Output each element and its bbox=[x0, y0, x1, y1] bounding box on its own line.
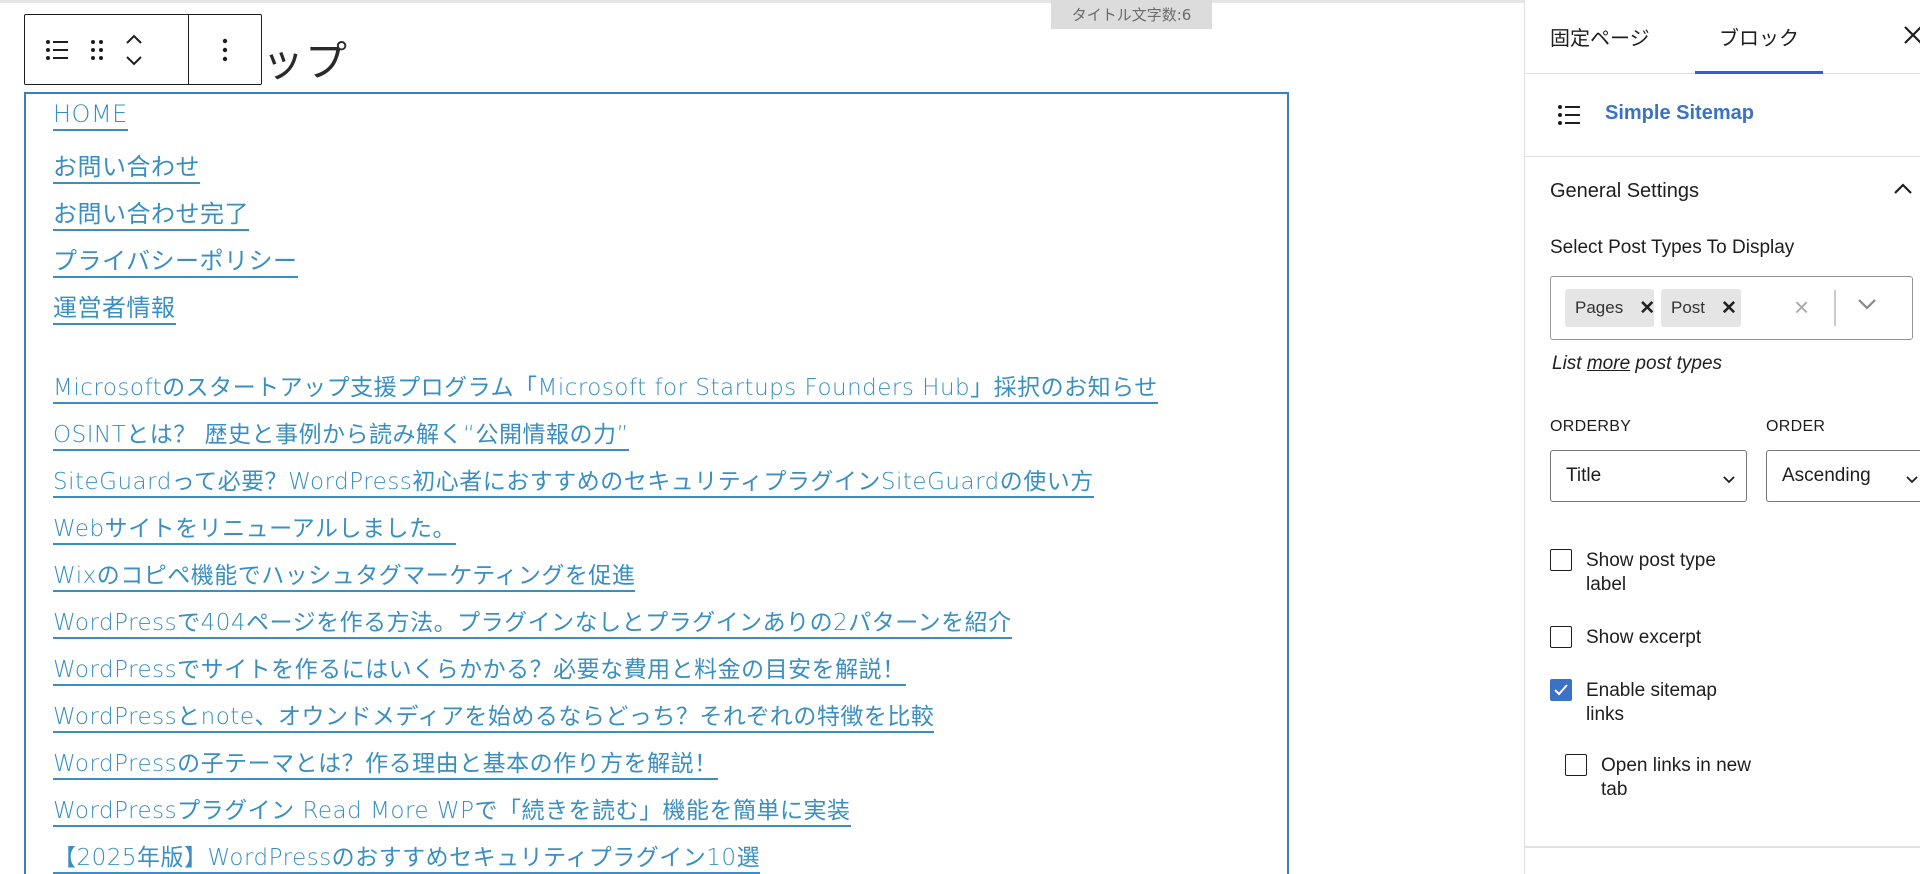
list-item: Webサイトをリニューアルしました。 bbox=[53, 509, 1158, 556]
list-item: WordPressとnote、オウンドメディアを始めるならどっち？それぞれの特徴… bbox=[53, 697, 1158, 744]
sitemap-link[interactable]: WordPressで404ページを作る方法。プラグインなしとプラグインありの2パ… bbox=[53, 610, 1012, 639]
sitemap-link[interactable]: WordPressでサイトを作るにはいくらかかる？必要な費用と料金の目安を解説！ bbox=[53, 657, 906, 686]
settings-sidebar: 固定ページ ブロック Simple Sitemap General Settin… bbox=[1524, 0, 1920, 874]
checkbox[interactable] bbox=[1565, 754, 1587, 776]
remove-icon[interactable]: ✕ bbox=[1721, 297, 1737, 320]
checkbox-label: Show post type label bbox=[1586, 550, 1716, 595]
order-value: Ascending bbox=[1782, 465, 1871, 486]
sidebar-tabs: 固定ページ ブロック bbox=[1525, 0, 1920, 74]
sitemap-link[interactable]: SiteGuardって必要？WordPress初心者におすすめのセキュリティプラ… bbox=[53, 469, 1094, 498]
list-item: WordPressで404ページを作る方法。プラグインなしとプラグインありの2パ… bbox=[53, 603, 1158, 650]
sitemap-link[interactable]: Webサイトをリニューアルしました。 bbox=[53, 516, 456, 545]
list-item: OSINTとは？ 歴史と事例から読み解く“公開情報の力” bbox=[53, 415, 1158, 462]
block-card: Simple Sitemap bbox=[1525, 74, 1920, 157]
list-item: お問い合わせ完了 bbox=[53, 194, 1158, 241]
list-item: WordPressプラグイン Read More WPで「続きを読む」機能を簡単… bbox=[53, 791, 1158, 838]
checkbox-show-excerpt: Show excerpt bbox=[1550, 626, 1746, 650]
list-more-suffix: post types bbox=[1630, 353, 1723, 374]
chip-label: Post bbox=[1671, 298, 1706, 317]
list-item: HOME bbox=[53, 100, 1158, 147]
sitemap-link[interactable]: WordPressプラグイン Read More WPで「続きを読む」機能を簡単… bbox=[53, 798, 851, 827]
remove-icon[interactable]: ✕ bbox=[1639, 297, 1655, 320]
list-item: プライバシーポリシー bbox=[53, 241, 1158, 288]
checkbox-label: Open links in new tab bbox=[1601, 755, 1751, 800]
checkmark-icon bbox=[1554, 684, 1568, 696]
checkbox-label: Enable sitemap links bbox=[1586, 680, 1717, 725]
checkbox[interactable] bbox=[1550, 626, 1572, 648]
sitemap-link[interactable]: 運営者情報 bbox=[53, 294, 176, 325]
sitemap-link[interactable]: Microsoftのスタートアップ支援プログラム「Microsoft for S… bbox=[53, 375, 1158, 404]
chip-label: Pages bbox=[1575, 298, 1624, 317]
checkbox-show-post-type-label: Show post type label bbox=[1550, 549, 1746, 597]
chevron-up-icon[interactable] bbox=[125, 34, 143, 45]
chip-pages: Pages ✕ bbox=[1565, 289, 1655, 327]
sitemap-link[interactable]: WordPressとnote、オウンドメディアを始めるならどっち？それぞれの特徴… bbox=[53, 704, 935, 733]
list-item: WordPressでサイトを作るにはいくらかかる？必要な費用と料金の目安を解説！ bbox=[53, 650, 1158, 697]
list-item: 運営者情報 bbox=[53, 288, 1158, 335]
sitemap-link[interactable]: プライバシーポリシー bbox=[53, 247, 298, 278]
sitemap-link[interactable]: お問い合わせ bbox=[53, 153, 200, 184]
block-toolbar bbox=[24, 14, 262, 85]
page-title[interactable]: ップ bbox=[262, 28, 348, 89]
list-item: SiteGuardって必要？WordPress初心者におすすめのセキュリティプラ… bbox=[53, 462, 1158, 509]
list-more-post-types: List more post types bbox=[1552, 353, 1722, 375]
list-item: WordPressの子テーマとは？作る理由と基本の作り方を解説！ bbox=[53, 744, 1158, 791]
sitemap-link[interactable]: 【2025年版】WordPressのおすすめセキュリティプラグイン10選 bbox=[53, 845, 761, 874]
orderby-value: Title bbox=[1566, 465, 1602, 486]
toolbar-group-options bbox=[189, 15, 261, 84]
tab-page[interactable]: 固定ページ bbox=[1550, 0, 1650, 73]
block-mover bbox=[125, 34, 143, 66]
checkbox-label: Show excerpt bbox=[1586, 627, 1702, 648]
list-icon[interactable] bbox=[45, 39, 69, 61]
list-more-prefix: List bbox=[1552, 353, 1587, 374]
tab-block[interactable]: ブロック bbox=[1695, 0, 1823, 74]
sitemap-link[interactable]: OSINTとは？ 歴史と事例から読み解く“公開情報の力” bbox=[53, 422, 629, 451]
sitemap-link[interactable]: Wixのコピペ機能でハッシュタグマーケティングを促進 bbox=[53, 563, 636, 592]
order-select[interactable]: Ascending bbox=[1766, 450, 1920, 502]
divider bbox=[1834, 290, 1836, 326]
chevron-down-icon bbox=[1722, 469, 1736, 491]
sitemap-link[interactable]: お問い合わせ完了 bbox=[53, 200, 249, 231]
toolbar-group-main bbox=[25, 15, 189, 84]
list-item: Microsoftのスタートアップ支援プログラム「Microsoft for S… bbox=[53, 368, 1158, 415]
list-item: 【2025年版】WordPressのおすすめセキュリティプラグイン10選 bbox=[53, 838, 1158, 874]
sitemap-link[interactable]: WordPressの子テーマとは？作る理由と基本の作り方を解説！ bbox=[53, 751, 718, 780]
drag-handle-icon[interactable] bbox=[89, 38, 105, 62]
chip-post: Post ✕ bbox=[1661, 289, 1741, 327]
checkbox-enable-sitemap-links: Enable sitemap links bbox=[1550, 679, 1746, 727]
divider bbox=[1525, 846, 1920, 848]
chevron-down-icon[interactable] bbox=[125, 55, 143, 66]
sitemap-link[interactable]: HOME bbox=[53, 100, 128, 131]
checkbox[interactable] bbox=[1550, 679, 1572, 701]
chevron-down-icon[interactable] bbox=[1857, 297, 1877, 315]
post-types-select[interactable]: Pages ✕ Post ✕ × bbox=[1550, 276, 1913, 340]
block-name: Simple Sitemap bbox=[1605, 102, 1754, 124]
list-item: Wixのコピペ機能でハッシュタグマーケティングを促進 bbox=[53, 556, 1158, 603]
more-options-icon[interactable] bbox=[222, 38, 228, 62]
more-post-types-link[interactable]: more bbox=[1587, 353, 1630, 374]
checkbox-open-links-new-tab: Open links in new tab bbox=[1565, 754, 1761, 802]
sitemap-list: HOME お問い合わせ お問い合わせ完了 プライバシーポリシー 運営者情報 Mi… bbox=[53, 100, 1158, 874]
post-types-label: Select Post Types To Display bbox=[1550, 237, 1795, 258]
list-icon bbox=[1557, 104, 1581, 131]
orderby-select[interactable]: Title bbox=[1550, 450, 1747, 502]
title-char-count: タイトル文字数:6 bbox=[1051, 0, 1212, 29]
clear-icon[interactable]: × bbox=[1794, 294, 1809, 320]
panel-title[interactable]: General Settings bbox=[1550, 180, 1699, 203]
checkbox[interactable] bbox=[1550, 549, 1572, 571]
orderby-label: ORDERBY bbox=[1550, 418, 1632, 435]
close-icon[interactable] bbox=[1902, 24, 1920, 51]
chevron-down-icon bbox=[1905, 469, 1919, 491]
editor-canvas: タイトル文字数:6 ップ HOME お問い合わせ お問い合わせ完了 プライバシー… bbox=[0, 0, 1524, 874]
chevron-up-icon[interactable] bbox=[1893, 182, 1913, 200]
order-label: ORDER bbox=[1766, 418, 1826, 435]
list-item: お問い合わせ bbox=[53, 147, 1158, 194]
